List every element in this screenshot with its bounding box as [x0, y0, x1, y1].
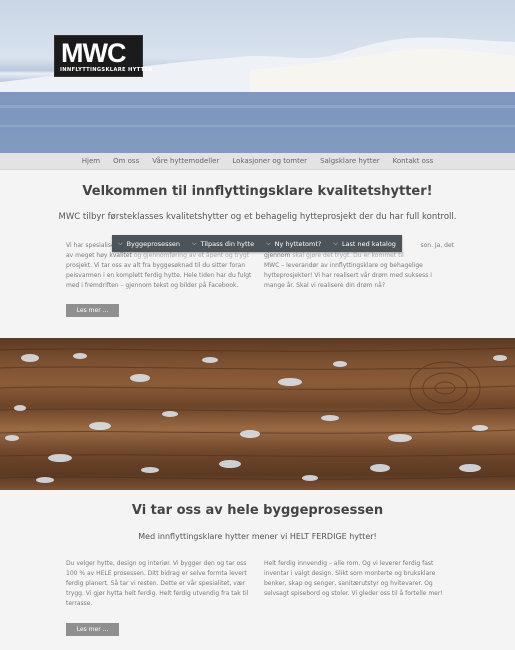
text-line: MWC – leverandør av innflyttingsklare og… — [264, 262, 423, 269]
text-line: Du velger hytte, design og interiør. Vi … — [66, 560, 247, 567]
text-line: inventar i valgt design. Slikt som monte… — [264, 570, 436, 577]
nav-item-locations[interactable]: Lokasjoner og tomter — [232, 157, 307, 165]
process-text-left: Du velger hytte, design og interiør. Vi … — [66, 559, 266, 609]
wood-grain — [0, 347, 515, 483]
quick-links-bar: ⌵ Byggeprosessen ⌵ Tilpass din hytte ⌵ Ny h… — [112, 235, 402, 252]
read-more-button-2[interactable]: Les mer ... — [66, 623, 119, 636]
nav-item-about[interactable]: Om oss — [113, 157, 139, 165]
text-line: trygg. Vi gjør hytta helt ferdig. Helt f… — [66, 590, 249, 597]
quick-link-new-plot[interactable]: ⌵ Ny hyttetomt? — [266, 240, 321, 248]
quick-link-build-process[interactable]: ⌵ Byggeprosessen — [118, 240, 180, 248]
welcome-heading: Velkommen til innflyttingsklare kvalitet… — [82, 184, 433, 199]
chevron-down-icon: ⌵ — [266, 239, 271, 247]
main-nav: Hjem Om oss Våre hyttemodeller Lokasjone… — [0, 153, 515, 170]
text-line: selvsagt spisebord og stoler. Vi gleder … — [264, 590, 443, 597]
chevron-down-icon: ⌵ — [118, 239, 123, 247]
quick-link-customize[interactable]: ⌵ Tilpass din hytte — [192, 240, 254, 248]
text-line: 100 % av HELE prosessen. Ditt bidrag er … — [66, 570, 247, 577]
quick-link-download-catalog[interactable]: ⌵ Last ned katalog — [333, 240, 396, 248]
nav-item-for-sale[interactable]: Salgsklare hytter — [320, 157, 380, 165]
process-lead: Med innflyttingsklare hytter mener vi HE… — [138, 532, 377, 541]
text-line: av meget høy kvalitet og gjennomføring a… — [66, 252, 250, 259]
text-line: med i fremdriften – gjennom tekst og bil… — [66, 282, 239, 289]
wood-texture-image — [0, 338, 515, 490]
hero-image: MWC INNFLYTTINGSKLARE HYTTER — [0, 0, 515, 153]
text-line: terrasse. — [66, 600, 93, 607]
nav-item-models[interactable]: Våre hyttemodeller — [152, 157, 219, 165]
text-line: prosjekt. Vi tar oss av alt fra byggesøk… — [66, 262, 246, 269]
logo-tagline: INNFLYTTINGSKLARE HYTTER — [60, 67, 153, 73]
text-line: ferdig planert. Så tar vi resten. Dette … — [66, 580, 246, 587]
logo-mark: MWC — [61, 38, 126, 68]
read-more-button[interactable]: Les mer ... — [66, 304, 119, 317]
nav-item-contact[interactable]: Kontakt oss — [393, 157, 434, 165]
text-line: mange år. Skal vi realisere din drøm nå? — [264, 282, 386, 289]
chevron-down-icon: ⌵ — [333, 239, 338, 247]
nav-item-home[interactable]: Hjem — [82, 157, 100, 165]
text-line: peisvarmen i en komplett ferdig hytte. H… — [66, 272, 252, 279]
text-line: gjennom skal gjøre det trygt. Du er komm… — [264, 252, 404, 259]
welcome-lead: MWC tilbyr førsteklasses kvalitetshytter… — [58, 212, 457, 222]
text-line: benker, skap og senger, sanitærutstyr og… — [264, 580, 433, 587]
text-line: hytteprosjekter! Vi har realisert vår dr… — [264, 272, 432, 279]
process-heading: Vi tar oss av hele byggeprosessen — [131, 503, 384, 518]
process-text-right: Helt ferdig innvendig – alle rom. Og vi … — [264, 559, 454, 599]
text-line: Helt ferdig innvendig – alle rom. Og vi … — [264, 560, 434, 567]
brand-logo[interactable]: MWC INNFLYTTINGSKLARE HYTTER — [54, 35, 152, 77]
chevron-down-icon: ⌵ — [192, 239, 197, 247]
